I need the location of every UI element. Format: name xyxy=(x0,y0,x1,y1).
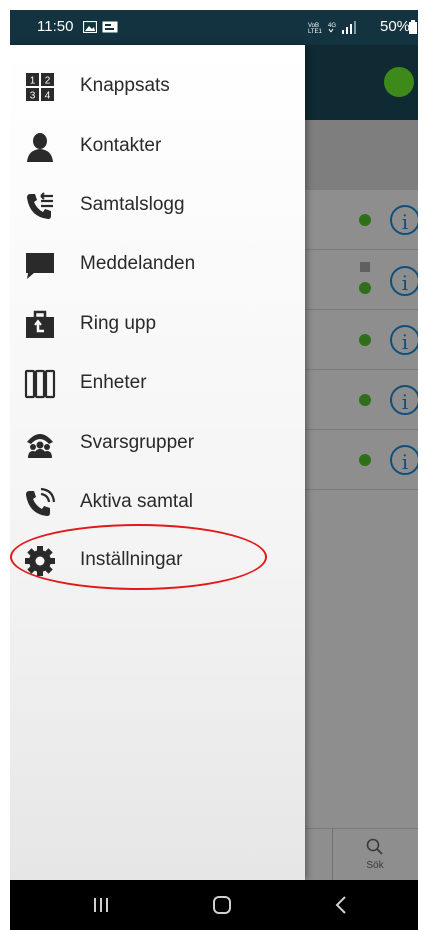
navigation-drawer: 1 2 3 4 Knappsats Kontakter Samtalslogg xyxy=(10,45,305,880)
flag-icon xyxy=(360,262,370,272)
menu-item-aktiva-samtal[interactable]: Aktiva samtal xyxy=(10,473,305,531)
recent-apps-icon[interactable] xyxy=(71,880,131,930)
menu-item-knappsats[interactable]: 1 2 3 4 Knappsats xyxy=(10,57,305,115)
battery-icon xyxy=(409,20,417,34)
call-log-icon xyxy=(27,192,53,219)
menu-item-label: Knappsats xyxy=(80,75,170,96)
tab-search[interactable]: Sök xyxy=(345,834,405,878)
presence-dot xyxy=(359,282,371,294)
search-icon xyxy=(366,838,383,855)
svg-text:1: 1 xyxy=(30,76,36,87)
presence-dot xyxy=(359,394,371,406)
home-icon[interactable] xyxy=(192,880,252,930)
menu-item-label: Ring upp xyxy=(80,313,157,334)
menu-item-label: Svarsgrupper xyxy=(80,432,195,453)
info-icon[interactable]: i xyxy=(390,266,418,296)
menu-item-label: Samtalslogg xyxy=(80,194,185,215)
highlight-annotation-oval xyxy=(10,524,267,590)
svg-text:4G: 4G xyxy=(328,23,336,29)
menu-item-kontakter[interactable]: Kontakter xyxy=(10,117,305,175)
tab-divider xyxy=(332,829,333,881)
signal-icons: VoB LTE1 4G xyxy=(308,21,356,34)
message-notification-icon xyxy=(102,21,118,33)
chat-bubble-icon xyxy=(26,253,54,279)
battery-percent: 50% xyxy=(380,18,411,35)
active-call-icon xyxy=(26,487,56,516)
menu-item-label: Enheter xyxy=(80,372,147,393)
info-icon[interactable]: i xyxy=(390,205,418,235)
status-time: 11:50 xyxy=(37,18,74,35)
presence-status-indicator[interactable] xyxy=(384,67,414,97)
menu-item-label: Aktiva samtal xyxy=(80,491,193,512)
presence-dot xyxy=(359,454,371,466)
status-bar: 11:50 VoB LTE1 4G 50% xyxy=(10,10,418,45)
system-navigation-bar xyxy=(10,880,418,930)
info-icon[interactable]: i xyxy=(390,445,418,475)
info-icon[interactable]: i xyxy=(390,325,418,355)
svg-text:4: 4 xyxy=(45,91,51,102)
info-icon[interactable]: i xyxy=(390,385,418,415)
tab-search-label: Sök xyxy=(366,860,384,871)
menu-item-samtalslogg[interactable]: Samtalslogg xyxy=(10,176,305,234)
contact-person-icon xyxy=(27,133,53,162)
svg-text:LTE1: LTE1 xyxy=(308,29,323,34)
devices-icon xyxy=(24,369,56,399)
keypad-icon: 1 2 3 4 xyxy=(26,73,54,102)
back-icon[interactable] xyxy=(311,880,371,930)
menu-item-meddelanden[interactable]: Meddelanden xyxy=(10,235,305,293)
menu-item-ring-upp[interactable]: Ring upp xyxy=(10,295,305,353)
menu-item-enheter[interactable]: Enheter xyxy=(10,354,305,412)
callback-bag-icon xyxy=(26,310,54,338)
phone-screen: 11:50 VoB LTE1 4G 50% i i i i i Sök 1 2 … xyxy=(10,10,418,930)
menu-item-label: Kontakter xyxy=(80,135,162,156)
presence-dot xyxy=(359,334,371,346)
gallery-notification-icon xyxy=(83,21,97,33)
svg-text:3: 3 xyxy=(30,91,36,102)
presence-dot xyxy=(359,214,371,226)
menu-item-svarsgrupper[interactable]: Svarsgrupper xyxy=(10,414,305,472)
menu-item-label: Meddelanden xyxy=(80,253,196,274)
svg-text:2: 2 xyxy=(45,76,51,87)
answer-groups-icon xyxy=(27,434,53,458)
